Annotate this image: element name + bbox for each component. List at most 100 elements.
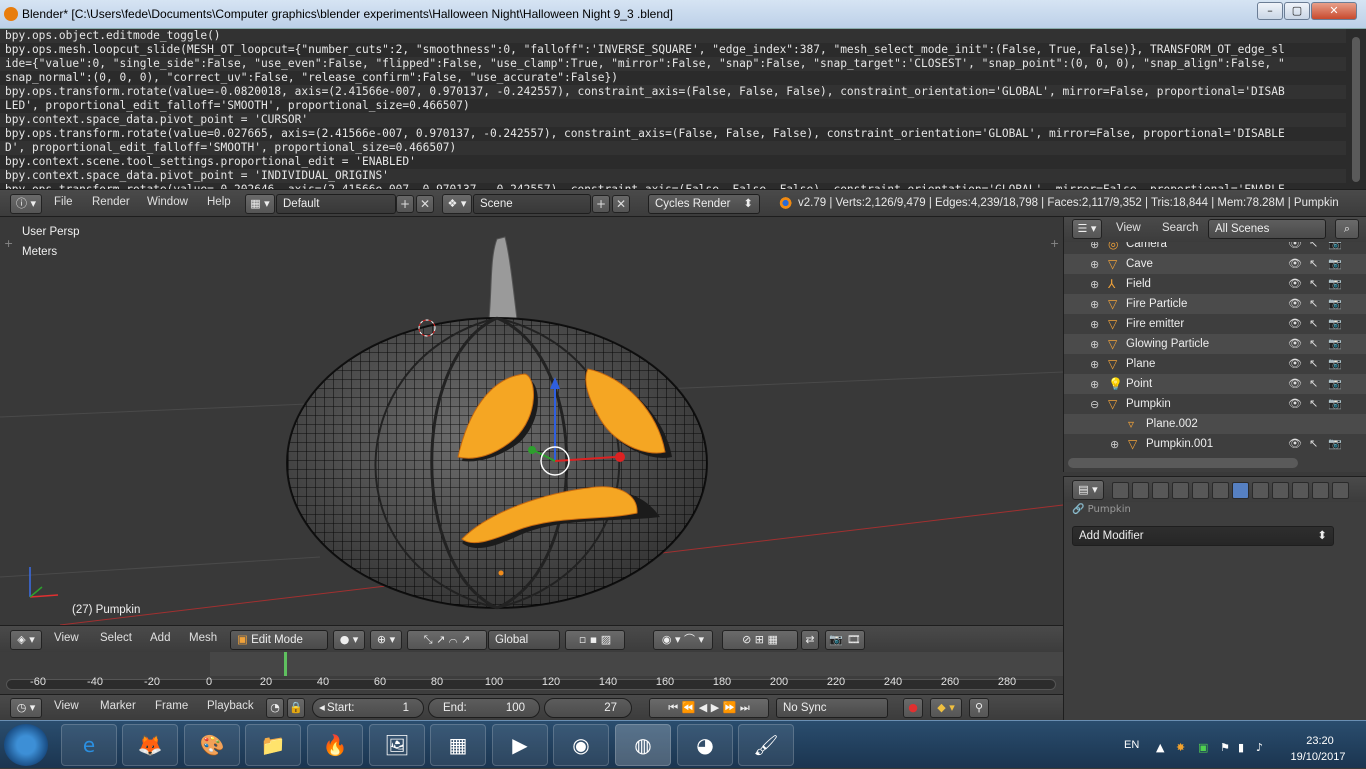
network-icon[interactable]: ▮ xyxy=(1238,741,1251,754)
tray-expand-icon[interactable]: ▲ xyxy=(1156,741,1169,754)
mode-dropdown[interactable]: ▣ Edit Mode xyxy=(230,630,328,650)
photo-viewer-icon[interactable]: 🖼 xyxy=(369,724,425,766)
expand-toggle-icon[interactable]: ⊕ xyxy=(1090,242,1100,251)
lock-icon[interactable]: 🔒 xyxy=(287,698,305,718)
outliner-item[interactable]: ⊕ ▽ Fire Particle 👁 ↖ 📷 xyxy=(1064,294,1366,314)
scene-tab-icon[interactable] xyxy=(1152,482,1169,499)
stepper-left-icon[interactable]: ◂ xyxy=(319,699,325,717)
marvelous-designer-icon[interactable]: ◉ xyxy=(553,724,609,766)
particles-tab-icon[interactable] xyxy=(1312,482,1329,499)
outliner[interactable]: ⊕ ◎ Camera 👁 ↖ 📷 ⊕ ▽ Cave 👁 ↖ 📷 ⊕ ⅄ Field 👁 ↖ 📷 ⊕ ▽ Fire Par… xyxy=(1063,242,1366,472)
outliner-item-name[interactable]: Field xyxy=(1126,278,1151,290)
krita-icon[interactable]: 🖌 xyxy=(738,724,794,766)
orientation-dropdown[interactable]: Global xyxy=(488,630,560,650)
editor-type-button[interactable]: ▤ ▾ xyxy=(1072,480,1104,500)
internet-explorer-icon[interactable]: e xyxy=(61,724,117,766)
snap-buttons[interactable]: ⊘ ⊞ ▦ xyxy=(722,630,798,650)
scrollbar-thumb[interactable] xyxy=(1352,37,1360,182)
scene-field[interactable]: Scene xyxy=(473,194,591,214)
keyframe-only-button[interactable]: ◔ xyxy=(266,698,284,718)
camera-icon[interactable]: 📷 xyxy=(1328,317,1342,330)
outliner-item[interactable]: ⊕ ▽ Cave 👁 ↖ 📷 xyxy=(1064,254,1366,274)
menu-view[interactable]: View xyxy=(1116,222,1141,234)
object-tab-icon[interactable] xyxy=(1192,482,1209,499)
physics-tab-icon[interactable] xyxy=(1332,482,1349,499)
cursor-icon[interactable]: ↖ xyxy=(1309,242,1318,250)
outliner-item[interactable]: ⊕ ▽ Pumpkin.001 👁 ↖ 📷 xyxy=(1064,434,1366,454)
display-mode-dropdown[interactable]: All Scenes xyxy=(1208,219,1326,239)
expand-toggle-icon[interactable]: ⊖ xyxy=(1090,398,1100,411)
record-button[interactable]: ● xyxy=(903,698,923,718)
keying-set-button[interactable]: ◆ ▾ xyxy=(930,698,962,718)
render-buttons[interactable]: 📷 🎞 xyxy=(825,630,865,650)
cursor-icon[interactable]: ↖ xyxy=(1309,297,1318,310)
camera-icon[interactable]: 📷 xyxy=(1328,437,1342,450)
eye-icon[interactable]: 👁 xyxy=(1288,397,1302,410)
cursor-icon[interactable]: ↖ xyxy=(1309,317,1318,330)
close-button[interactable]: ✕ xyxy=(1311,2,1357,20)
blender-taskbar-icon[interactable]: ◍ xyxy=(615,724,671,766)
clock-date[interactable]: 19/10/2017 xyxy=(1280,751,1356,763)
eye-icon[interactable]: 👁 xyxy=(1288,277,1302,290)
editor-type-button[interactable]: ⓘ ▾ xyxy=(10,194,42,214)
outliner-item-name[interactable]: Plane xyxy=(1126,358,1155,370)
outliner-item-name[interactable]: Glowing Particle xyxy=(1126,338,1209,350)
current-frame-field[interactable]: 27 xyxy=(544,698,632,718)
outliner-item[interactable]: ⊕ ▽ Plane 👁 ↖ 📷 xyxy=(1064,354,1366,374)
expand-toggle-icon[interactable]: ⊕ xyxy=(1090,358,1100,371)
menu-mesh[interactable]: Mesh xyxy=(189,632,217,644)
outliner-item-name[interactable]: Point xyxy=(1126,378,1152,390)
scene-browse-button[interactable]: ❖ ▾ xyxy=(442,194,472,214)
editor-type-button[interactable]: ◈ ▾ xyxy=(10,630,42,650)
cursor-icon[interactable]: ↖ xyxy=(1309,337,1318,350)
3d-viewport[interactable]: + + User Persp Meters (27) Pumpkin xyxy=(0,217,1063,625)
cursor-icon[interactable]: ↖ xyxy=(1309,357,1318,370)
expand-toggle-icon[interactable]: ⊕ xyxy=(1090,258,1100,271)
sync-dropdown[interactable]: No Sync xyxy=(776,698,888,718)
outliner-item-name[interactable]: Cave xyxy=(1126,258,1153,270)
camera-icon[interactable]: 📷 xyxy=(1328,257,1342,270)
auto-key-icon[interactable]: ⚲ xyxy=(969,698,989,718)
add-scene-button[interactable]: + xyxy=(592,195,610,213)
expand-toggle-icon[interactable]: ⊕ xyxy=(1090,278,1100,291)
menu-frame[interactable]: Frame xyxy=(155,700,188,712)
menu-render[interactable]: Render xyxy=(92,196,130,208)
camera-icon[interactable]: 📷 xyxy=(1328,357,1342,370)
proportional-edit-button[interactable]: ◉ ▾ ⌒ ▾ xyxy=(653,630,713,650)
camera-icon[interactable]: 📷 xyxy=(1328,277,1342,290)
office-icon[interactable]: ▦ xyxy=(430,724,486,766)
menu-help[interactable]: Help xyxy=(207,196,231,208)
menu-window[interactable]: Window xyxy=(147,196,188,208)
expand-toggle-icon[interactable]: ⊕ xyxy=(1090,378,1100,391)
ogl-render-button[interactable]: ⇄ xyxy=(801,630,819,650)
tray-app-icon[interactable]: ✸ xyxy=(1176,741,1189,754)
menu-view[interactable]: View xyxy=(54,700,79,712)
render-layers-tab-icon[interactable] xyxy=(1132,482,1149,499)
eye-icon[interactable]: 👁 xyxy=(1288,257,1302,270)
start-frame-field[interactable]: ◂ Start: 1 xyxy=(312,698,424,718)
tray-green-icon[interactable]: ▣ xyxy=(1198,741,1211,754)
video-editor-icon[interactable]: ▶ xyxy=(492,724,548,766)
outliner-item-name[interactable]: Camera xyxy=(1126,242,1167,250)
outliner-item[interactable]: ▿ Plane.002 xyxy=(1064,414,1366,434)
outliner-item[interactable]: ⊕ 💡 Point 👁 ↖ 📷 xyxy=(1064,374,1366,394)
cursor-icon[interactable]: ↖ xyxy=(1309,397,1318,410)
start-button[interactable] xyxy=(4,724,48,766)
constraints-tab-icon[interactable] xyxy=(1212,482,1229,499)
editor-type-button[interactable]: ☰ ▾ xyxy=(1072,219,1102,239)
file-explorer-icon[interactable]: 📁 xyxy=(245,724,301,766)
properties-panel[interactable]: 🔗 Pumpkin Add Modifier ⬍ xyxy=(1063,502,1366,720)
menu-select[interactable]: Select xyxy=(100,632,132,644)
cursor-icon[interactable]: ↖ xyxy=(1309,277,1318,290)
camera-icon[interactable]: 📷 xyxy=(1328,337,1342,350)
add-layout-button[interactable]: + xyxy=(396,195,414,213)
outliner-item-name[interactable]: Pumpkin xyxy=(1126,398,1171,410)
timeline[interactable]: -60 -40 -20 0 20 40 60 80 100 120 140 160 180 200 220 2… xyxy=(0,652,1063,694)
cursor-icon[interactable]: ↖ xyxy=(1309,257,1318,270)
layout-browse-button[interactable]: ▦ ▾ xyxy=(245,194,275,214)
expand-toggle-icon[interactable]: ⊕ xyxy=(1110,438,1120,451)
outliner-scrollbar[interactable] xyxy=(1068,458,1298,468)
outliner-item[interactable]: ⊕ ▽ Glowing Particle 👁 ↖ 📷 xyxy=(1064,334,1366,354)
editor-type-button[interactable]: ◷ ▾ xyxy=(10,698,42,718)
clock-time[interactable]: 23:20 xyxy=(1290,735,1350,747)
